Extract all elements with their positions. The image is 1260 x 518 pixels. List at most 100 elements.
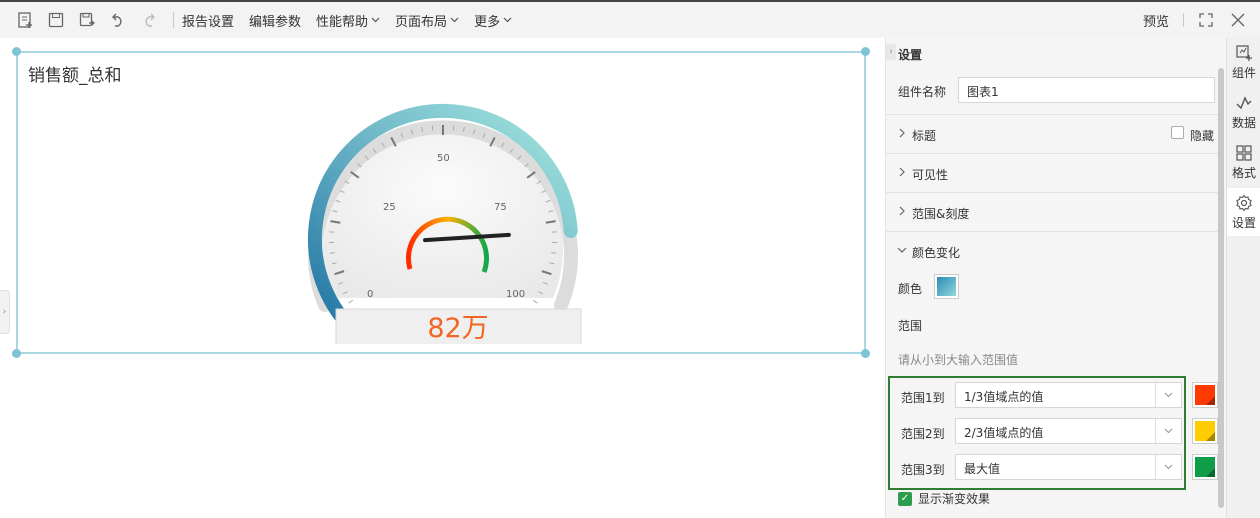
hide-label: 隐藏 bbox=[1190, 129, 1215, 143]
collapse-panel-button[interactable]: › bbox=[886, 44, 896, 60]
chevron-down-icon[interactable] bbox=[1155, 419, 1181, 443]
range-3-value: 最大值 bbox=[964, 462, 1001, 476]
gauge-widget[interactable]: 销售额_总和 0 25 50 75 100 82万 bbox=[12, 47, 870, 358]
component-name-input[interactable]: 图表1 bbox=[958, 77, 1215, 103]
chevron-down-icon[interactable] bbox=[1155, 383, 1181, 407]
resize-handle[interactable] bbox=[861, 47, 870, 56]
save-icon[interactable] bbox=[45, 9, 67, 31]
range-1-label: 范围1到 bbox=[901, 391, 945, 405]
gauge-minor-tick bbox=[532, 299, 538, 304]
chevron-down-icon bbox=[371, 17, 380, 23]
gauge-minor-tick bbox=[348, 299, 354, 304]
range-1-value: 1/3值域点的值 bbox=[964, 390, 1044, 404]
menu-label: 编辑参数 bbox=[249, 14, 302, 30]
range-hint: 请从小到大输入范围值 bbox=[898, 353, 1019, 367]
menu-more[interactable]: 更多 bbox=[474, 11, 512, 30]
hide-title-checkbox[interactable] bbox=[1171, 126, 1184, 139]
format-icon bbox=[1236, 144, 1252, 161]
data-icon bbox=[1236, 95, 1252, 109]
component-name-label: 组件名称 bbox=[898, 85, 947, 99]
gauge-tick-label: 75 bbox=[494, 202, 507, 213]
section-label: 范围&刻度 bbox=[912, 207, 970, 221]
chevron-down-icon bbox=[450, 17, 459, 23]
chevron-down-icon bbox=[897, 247, 907, 253]
section-visibility[interactable]: 可见性 bbox=[886, 153, 1219, 192]
new-report-icon[interactable] bbox=[14, 9, 36, 31]
color-fill bbox=[1195, 385, 1215, 405]
widget-title: 销售额_总和 bbox=[28, 66, 122, 86]
rail-item-data[interactable]: 数据 bbox=[1227, 88, 1260, 136]
menu-label: 报告设置 bbox=[182, 14, 235, 30]
side-rail: 组件 数据 格式 设置 bbox=[1226, 38, 1260, 518]
menu-label: 性能帮助 bbox=[316, 14, 369, 30]
section-label: 可见性 bbox=[912, 168, 949, 182]
fullscreen-icon[interactable] bbox=[1196, 10, 1216, 30]
resize-handle[interactable] bbox=[12, 47, 21, 56]
rail-label: 格式 bbox=[1231, 165, 1256, 180]
rail-item-format[interactable]: 格式 bbox=[1227, 138, 1260, 186]
settings-icon bbox=[1236, 194, 1252, 211]
menu-performance-help[interactable]: 性能帮助 bbox=[316, 11, 380, 30]
toolbar: 报告设置 编辑参数 性能帮助 页面布局 更多 预览 bbox=[0, 0, 1260, 38]
toolbar-separator bbox=[1183, 13, 1184, 27]
range-1-select[interactable]: 1/3值域点的值 bbox=[955, 382, 1182, 408]
resize-handle[interactable] bbox=[12, 349, 21, 358]
color-label: 颜色 bbox=[898, 282, 923, 296]
section-color-change[interactable]: 颜色变化 bbox=[886, 231, 1219, 270]
gauge-tick-label: 25 bbox=[383, 202, 396, 213]
chevron-right-icon bbox=[899, 206, 905, 216]
color-fill bbox=[1195, 421, 1215, 441]
panel-scrollbar[interactable] bbox=[1218, 68, 1224, 508]
gauge-chart: 0 25 50 75 100 82万 bbox=[307, 103, 582, 344]
preview-button[interactable]: 预览 bbox=[1143, 11, 1169, 30]
gauge-tick-label: 0 bbox=[367, 289, 373, 300]
menu-label: 更多 bbox=[474, 14, 501, 30]
section-title[interactable]: 标题 隐藏 bbox=[886, 114, 1219, 153]
menu-page-layout[interactable]: 页面布局 bbox=[395, 11, 459, 30]
color-fill bbox=[1195, 457, 1215, 477]
resize-handle[interactable] bbox=[861, 349, 870, 358]
range-2-color-picker[interactable] bbox=[1192, 418, 1218, 444]
gauge-tick-label: 100 bbox=[506, 289, 525, 300]
gradient-effect-option[interactable]: ✓ 显示渐变效果 bbox=[898, 490, 990, 507]
range-3-label: 范围3到 bbox=[901, 463, 945, 477]
gauge-tick-label: 50 bbox=[437, 153, 450, 164]
gauge-value-text: 82万 bbox=[427, 313, 488, 344]
report-canvas[interactable]: › 销售额_总和 0 25 50 75 100 82万 bbox=[0, 38, 884, 518]
gauge-minor-tick bbox=[329, 252, 335, 254]
panel-title: 设置 bbox=[898, 48, 923, 62]
undo-icon[interactable] bbox=[107, 9, 129, 31]
save-as-icon[interactable] bbox=[76, 9, 98, 31]
rail-label: 组件 bbox=[1231, 65, 1256, 80]
close-icon[interactable] bbox=[1228, 10, 1248, 30]
menu-edit-params[interactable]: 编辑参数 bbox=[249, 11, 301, 30]
settings-panel: › 设置 组件名称 图表1 标题 隐藏 可见性 范围&刻度 颜色变化 颜色 范围… bbox=[885, 38, 1226, 518]
range-label: 范围 bbox=[898, 319, 923, 333]
rail-item-settings[interactable]: 设置 bbox=[1227, 188, 1260, 236]
rail-item-component[interactable]: 组件 bbox=[1227, 38, 1260, 86]
rail-label: 设置 bbox=[1231, 215, 1256, 230]
range-2-value: 2/3值域点的值 bbox=[964, 426, 1044, 440]
toolbar-separator bbox=[173, 12, 174, 28]
redo-icon[interactable] bbox=[138, 9, 160, 31]
menu-report-settings[interactable]: 报告设置 bbox=[182, 11, 234, 30]
gradient-label: 显示渐变效果 bbox=[918, 492, 991, 506]
chevron-down-icon[interactable] bbox=[1155, 455, 1181, 479]
chevron-right-icon bbox=[899, 128, 905, 138]
gradient-preview bbox=[937, 277, 956, 296]
menu-label: 页面布局 bbox=[395, 14, 448, 30]
expand-left-panel-button[interactable]: › bbox=[0, 290, 10, 334]
section-label: 标题 bbox=[912, 129, 937, 143]
range-3-color-picker[interactable] bbox=[1192, 454, 1218, 480]
range-3-select[interactable]: 最大值 bbox=[955, 454, 1182, 480]
gauge-minor-tick bbox=[551, 252, 557, 254]
gradient-checkbox[interactable]: ✓ bbox=[898, 491, 912, 506]
gauge-color-swatch[interactable] bbox=[934, 274, 959, 299]
chevron-right-icon bbox=[899, 167, 905, 177]
range-2-select[interactable]: 2/3值域点的值 bbox=[955, 418, 1182, 444]
range-settings-group: 范围1到 1/3值域点的值 范围2到 2/3值域点的值 范围3到 最大值 bbox=[888, 376, 1218, 490]
section-range-scale[interactable]: 范围&刻度 bbox=[886, 192, 1219, 231]
section-label: 颜色变化 bbox=[912, 246, 961, 260]
range-1-color-picker[interactable] bbox=[1192, 382, 1218, 408]
range-2-label: 范围2到 bbox=[901, 427, 945, 441]
